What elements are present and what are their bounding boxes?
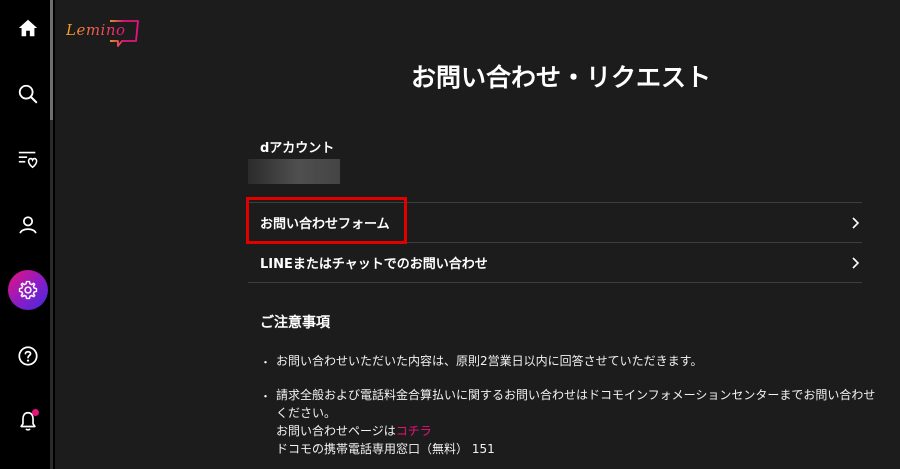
inquiry-page-prefix: お問い合わせページは <box>276 424 396 438</box>
note-item-billing-line2: ください。 <box>276 406 337 420</box>
d-account-label: dアカウント <box>260 141 335 156</box>
bullet: ・ <box>260 390 271 403</box>
notification-badge <box>32 409 39 416</box>
d-account-id-redacted <box>248 159 340 184</box>
sidebar-item-my-list[interactable] <box>8 139 48 179</box>
chevron-right-icon <box>852 256 860 269</box>
highlight-annotation-box <box>246 197 407 244</box>
gear-icon <box>18 280 38 300</box>
kochira-link[interactable]: コチラ <box>396 424 432 438</box>
note-item-billing-line1: 請求全般および電話料金合算払いに関するお問い合わせはドコモインフォメーションセン… <box>276 388 876 402</box>
menu-item-label: LINEまたはチャットでのお問い合わせ <box>260 257 488 272</box>
notes-heading: ご注意事項 <box>260 315 330 331</box>
note-item-phone: ドコモの携帯電話専用窓口（無料） 151 <box>276 442 495 456</box>
sidebar-item-help[interactable] <box>8 336 48 376</box>
lemino-logo[interactable]: Lemino <box>66 18 142 48</box>
logo-text: Lemino <box>66 21 126 39</box>
note-item-reply-time: お問い合わせいただいた内容は、原則2営業日以内に回答させていただきます。 <box>276 354 703 368</box>
sidebar-item-account[interactable] <box>8 205 48 245</box>
user-icon <box>19 216 37 234</box>
home-icon <box>18 19 38 37</box>
note-item-inquiry-page: お問い合わせページはコチラ <box>276 422 432 439</box>
sidebar-item-notifications[interactable] <box>8 401 48 441</box>
help-icon <box>18 346 38 366</box>
bullet: ・ <box>260 356 271 369</box>
sidebar <box>0 0 55 469</box>
scrollbar-thumb[interactable] <box>50 0 53 120</box>
page-title: お問い合わせ・リクエスト <box>410 63 711 92</box>
sidebar-item-search[interactable] <box>8 74 48 114</box>
sidebar-item-home[interactable] <box>8 8 48 48</box>
sidebar-item-settings[interactable] <box>8 270 48 310</box>
sidebar-scrollbar[interactable] <box>50 0 53 469</box>
favorites-list-icon <box>18 151 38 169</box>
menu-item-line-chat[interactable]: LINEまたはチャットでのお問い合わせ <box>248 242 862 283</box>
search-icon <box>18 84 38 104</box>
chevron-right-icon <box>852 216 860 229</box>
